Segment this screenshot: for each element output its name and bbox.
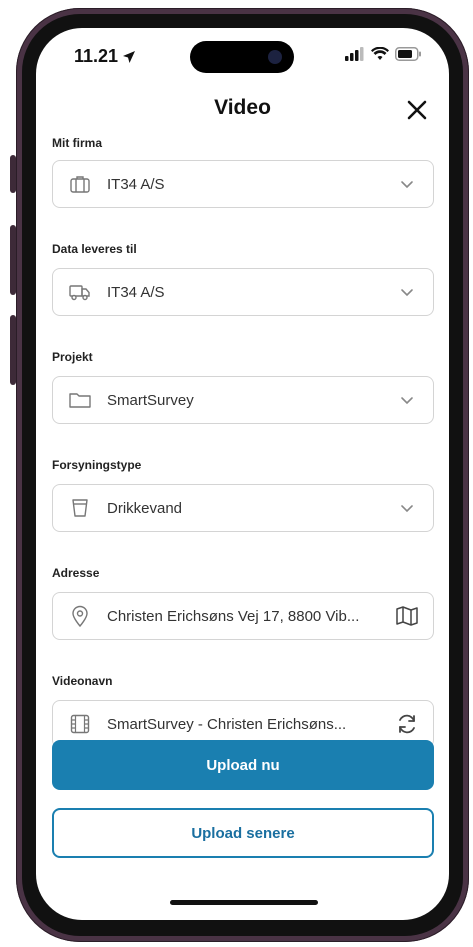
upload-later-button[interactable]: Upload senere	[52, 808, 434, 858]
truck-icon	[69, 281, 91, 303]
video-name-value: SmartSurvey - Christen Erichsøns...	[107, 715, 347, 733]
chevron-down-icon	[397, 390, 417, 410]
chevron-down-icon	[397, 498, 417, 518]
status-time: 11.21	[74, 46, 136, 67]
dynamic-island	[190, 41, 294, 73]
address-value: Christen Erichsøns Vej 17, 8800 Vib...	[107, 607, 360, 625]
phone-screen: 11.21 Video Mit firma IT34 A/S Data leve…	[36, 28, 449, 920]
close-icon	[407, 100, 427, 120]
refresh-icon[interactable]	[395, 712, 419, 736]
water-glass-icon	[69, 497, 91, 519]
page-title: Video	[214, 96, 271, 119]
video-name-label: Videonavn	[52, 674, 113, 688]
briefcase-icon	[69, 173, 91, 195]
camera-icon	[268, 50, 282, 64]
company-value: IT34 A/S	[107, 175, 165, 193]
home-indicator[interactable]	[170, 900, 318, 905]
title-bar: Video	[36, 90, 449, 138]
film-icon	[69, 713, 91, 735]
address-field[interactable]: Christen Erichsøns Vej 17, 8800 Vib...	[52, 592, 434, 640]
folder-icon	[69, 389, 91, 411]
signal-icon	[345, 47, 365, 61]
chevron-down-icon	[397, 282, 417, 302]
mute-switch	[10, 155, 16, 193]
delivered-to-label: Data leveres til	[52, 242, 137, 256]
supply-type-select[interactable]: Drikkevand	[52, 484, 434, 532]
delivered-to-value: IT34 A/S	[107, 283, 165, 301]
status-time-text: 11.21	[74, 46, 119, 66]
supply-type-value: Drikkevand	[107, 499, 183, 517]
upload-now-button[interactable]: Upload nu	[52, 740, 434, 790]
location-arrow-icon	[122, 50, 136, 64]
address-label: Adresse	[52, 566, 100, 580]
volume-down-button	[10, 315, 16, 385]
wifi-icon	[371, 47, 389, 61]
project-value: SmartSurvey	[107, 391, 194, 409]
close-button[interactable]	[403, 96, 431, 124]
battery-icon	[395, 47, 421, 61]
project-select[interactable]: SmartSurvey	[52, 376, 434, 424]
chevron-down-icon	[397, 174, 417, 194]
map-icon[interactable]	[395, 604, 419, 628]
project-label: Projekt	[52, 350, 93, 364]
status-icons	[345, 47, 421, 61]
delivered-to-select[interactable]: IT34 A/S	[52, 268, 434, 316]
supply-type-label: Forsyningstype	[52, 458, 142, 472]
company-select[interactable]: IT34 A/S	[52, 160, 434, 208]
company-label: Mit firma	[52, 136, 103, 150]
status-bar: 11.21	[36, 28, 449, 90]
volume-up-button	[10, 225, 16, 295]
location-pin-icon	[69, 605, 91, 627]
